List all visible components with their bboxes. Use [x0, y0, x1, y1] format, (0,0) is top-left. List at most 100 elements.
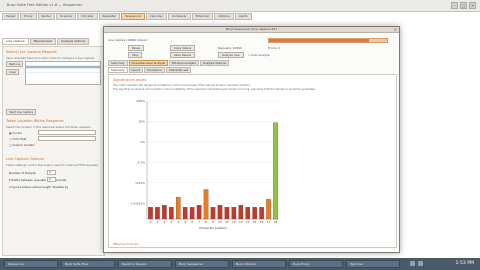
request-section-desc: Send requests here from other tools to c…: [6, 56, 96, 60]
significance-title: Significance levels: [113, 78, 147, 82]
network-icon[interactable]: [410, 261, 415, 266]
tab-target[interactable]: Target: [2, 13, 20, 20]
analysis-tab-summary[interactable]: Summary: [108, 60, 128, 66]
copy-tokens-button[interactable]: Copy tokens: [170, 45, 196, 51]
live-options-title: Live Capture Options: [6, 157, 44, 161]
taskbar-item[interactable]: Sequencer: [4, 260, 58, 268]
x-tick-label: 12: [232, 220, 236, 224]
ignore-length-label: Ignore tokens whose length deviates by: [12, 185, 69, 189]
app-title: Burp Suite Free Edition v1.6 — Sequencer: [7, 3, 83, 7]
start-live-capture-button[interactable]: Start live capture: [6, 109, 37, 115]
bar: [224, 207, 230, 220]
custom-location-radio[interactable]: ○ Custom location: [9, 143, 35, 147]
request-table[interactable]: [25, 61, 101, 85]
x-tick-label: 7: [198, 220, 200, 224]
minimize-icon[interactable]: –: [451, 2, 458, 9]
form-field-radio[interactable]: ○ Form field: [9, 137, 26, 141]
app-titlebar: Burp Suite Free Edition v1.6 — Sequencer…: [0, 0, 480, 12]
ignore-length-checkbox[interactable]: ☑ Ignore tokens whose length deviates by: [9, 185, 68, 189]
taskbar-item[interactable]: Burp Intruder: [232, 260, 286, 268]
subtab-live-capture[interactable]: Live capture: [2, 38, 29, 45]
tab-repeater[interactable]: Repeater: [98, 13, 121, 20]
analysis-tab-bit-level-analysis[interactable]: Bit-level analysis: [169, 60, 199, 66]
taskbar-item[interactable]: Terminal: [346, 260, 400, 268]
x-tick-label: 0: [150, 220, 152, 224]
form-field-select[interactable]: [38, 136, 96, 141]
token-section-desc: Select the location in the response wher…: [6, 125, 92, 129]
bar: [196, 205, 202, 220]
char-subtab-character-set[interactable]: Character set: [165, 67, 191, 73]
x-tick-label: 11: [225, 220, 229, 224]
table-row[interactable]: [26, 69, 100, 73]
threads-input[interactable]: 5: [47, 170, 56, 175]
bar: [231, 207, 237, 220]
tab-extender[interactable]: Extender: [191, 13, 214, 20]
errors-label: Errors: 0: [268, 46, 280, 50]
window-controls: – □ ×: [451, 2, 476, 9]
char-subtab-transitions[interactable]: Transitions: [143, 67, 165, 73]
x-tick-label: 2: [163, 220, 165, 224]
capture-progress-fill: [269, 39, 370, 42]
x-tick-label: 1: [157, 220, 159, 224]
tab-comparer[interactable]: Comparer: [167, 13, 191, 20]
custom-location-radio-label: Custom location: [12, 143, 36, 147]
tab-proxy[interactable]: Proxy: [20, 13, 37, 20]
tab-scanner[interactable]: Scanner: [56, 13, 77, 20]
tab-intruder[interactable]: Intruder: [77, 13, 98, 20]
y-tick-label: 0.01%: [135, 181, 145, 185]
close-icon[interactable]: ×: [469, 2, 476, 9]
x-axis-label: Character position: [199, 226, 227, 230]
maximize-icon[interactable]: □: [460, 2, 467, 9]
y-tick-label: 1%: [140, 140, 145, 144]
x-tick-label: 9: [212, 220, 214, 224]
auto-analyze-label: Auto analyze: [251, 53, 270, 57]
analysis-tabs: Summary Character-level analysis Bit-level…: [108, 60, 229, 66]
dialog-close-icon[interactable]: ×: [394, 27, 397, 32]
analysis-tab-analysis-options[interactable]: Analysis Options: [199, 60, 229, 66]
char-subtab-count[interactable]: Count: [128, 67, 143, 73]
analyze-now-button[interactable]: Analyze now: [218, 52, 244, 58]
cookie-select[interactable]: [38, 130, 96, 135]
bar: [182, 207, 188, 220]
tab-options[interactable]: Options: [214, 13, 234, 20]
clear-button[interactable]: Clear: [6, 69, 20, 75]
remove-button[interactable]: Remove: [6, 61, 24, 67]
x-tick-label: 4: [177, 220, 179, 224]
subtab-manual-load[interactable]: Manual load: [29, 38, 56, 45]
tab-decoder[interactable]: Decoder: [146, 13, 167, 20]
bar: [266, 199, 271, 220]
capture-controls: Live capture (16860 tokens) Pause Stop C…: [108, 35, 397, 58]
pause-button[interactable]: Pause: [128, 45, 145, 51]
threads-label: Number of threads:: [9, 171, 37, 175]
tab-alerts[interactable]: Alerts: [234, 13, 252, 20]
x-tick-label: 10: [218, 220, 222, 224]
cookie-radio[interactable]: ◉ Cookie: [9, 131, 22, 135]
auto-analyze-checkbox[interactable]: ☐ Auto analyze: [248, 53, 270, 57]
tab-spider[interactable]: Spider: [37, 13, 56, 20]
bar: [273, 122, 278, 220]
char-subtab-summary[interactable]: Summary: [108, 67, 128, 73]
taskbar-clock: 1:53 PM: [455, 261, 474, 266]
taskbar-item[interactable]: Report a Session: [118, 260, 172, 268]
stop-button[interactable]: Stop: [128, 52, 143, 58]
taskbar-item[interactable]: Burp Proxy: [289, 260, 343, 268]
sequencer-results-dialog: Burp Sequencer [live capture #1] × Live …: [103, 26, 400, 253]
cookie-radio-label: Cookie: [12, 131, 22, 135]
progress-label: Requests: 16860: [218, 46, 242, 50]
x-tick-label: 8: [205, 220, 207, 224]
capture-progress-bar: [268, 38, 388, 43]
tab-sequencer[interactable]: Sequencer: [121, 13, 146, 20]
taskbar-item[interactable]: Burp Sequencer: [175, 260, 229, 268]
throttle-input[interactable]: 0: [47, 177, 56, 182]
bar: [217, 205, 223, 220]
save-tokens-button[interactable]: Save tokens: [170, 52, 196, 58]
x-tick-label: 17: [267, 220, 271, 224]
taskbar-item[interactable]: Burp Suite Free: [61, 260, 115, 268]
x-tick-label: 16: [260, 220, 264, 224]
subtab-analysis-options[interactable]: Analysis options: [56, 38, 90, 45]
analysis-tab-character-level-analysis[interactable]: Character-level analysis: [128, 60, 169, 66]
analysis-content: Significance levels The chart indicates …: [108, 74, 397, 248]
bar: [162, 205, 167, 220]
volume-icon[interactable]: [418, 261, 423, 266]
bar: [252, 207, 257, 220]
